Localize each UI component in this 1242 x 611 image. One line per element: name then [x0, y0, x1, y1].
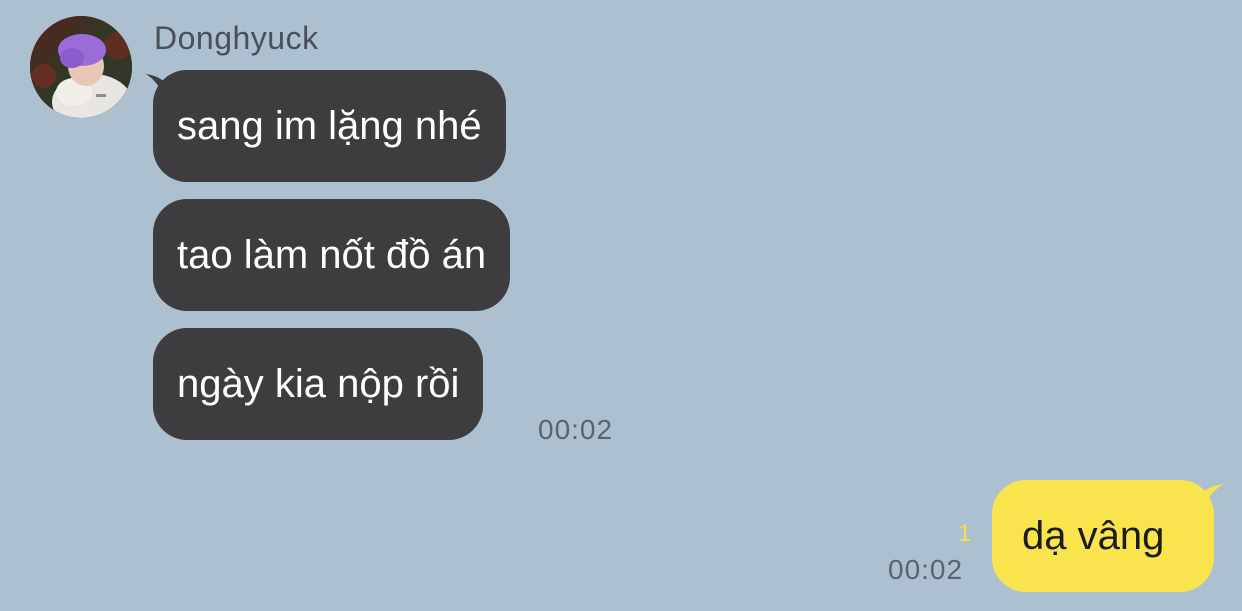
message-text: dạ vâng: [1022, 514, 1165, 558]
incoming-timestamp: 00:02: [538, 414, 614, 445]
message-text: tao làm nốt đồ án: [177, 233, 487, 277]
profile-photo-icon: [30, 16, 132, 118]
outgoing-message-bubble[interactable]: dạ vâng: [992, 480, 1214, 592]
message-text: sang im lặng nhé: [177, 104, 482, 148]
incoming-message-bubble[interactable]: tao làm nốt đồ án: [153, 199, 511, 311]
sender-name: Donghyuck: [154, 20, 319, 56]
incoming-message-bubble[interactable]: ngày kia nộp rồi: [153, 328, 484, 440]
incoming-message-bubble[interactable]: sang im lặng nhé: [153, 70, 506, 182]
chat-view[interactable]: Donghyuck sang im lặng nhé tao làm nốt đ…: [0, 0, 1242, 611]
message-text: ngày kia nộp rồi: [177, 362, 460, 406]
unread-count: 1: [958, 520, 972, 547]
sender-avatar[interactable]: [30, 16, 132, 118]
outgoing-timestamp: 00:02: [888, 554, 964, 585]
